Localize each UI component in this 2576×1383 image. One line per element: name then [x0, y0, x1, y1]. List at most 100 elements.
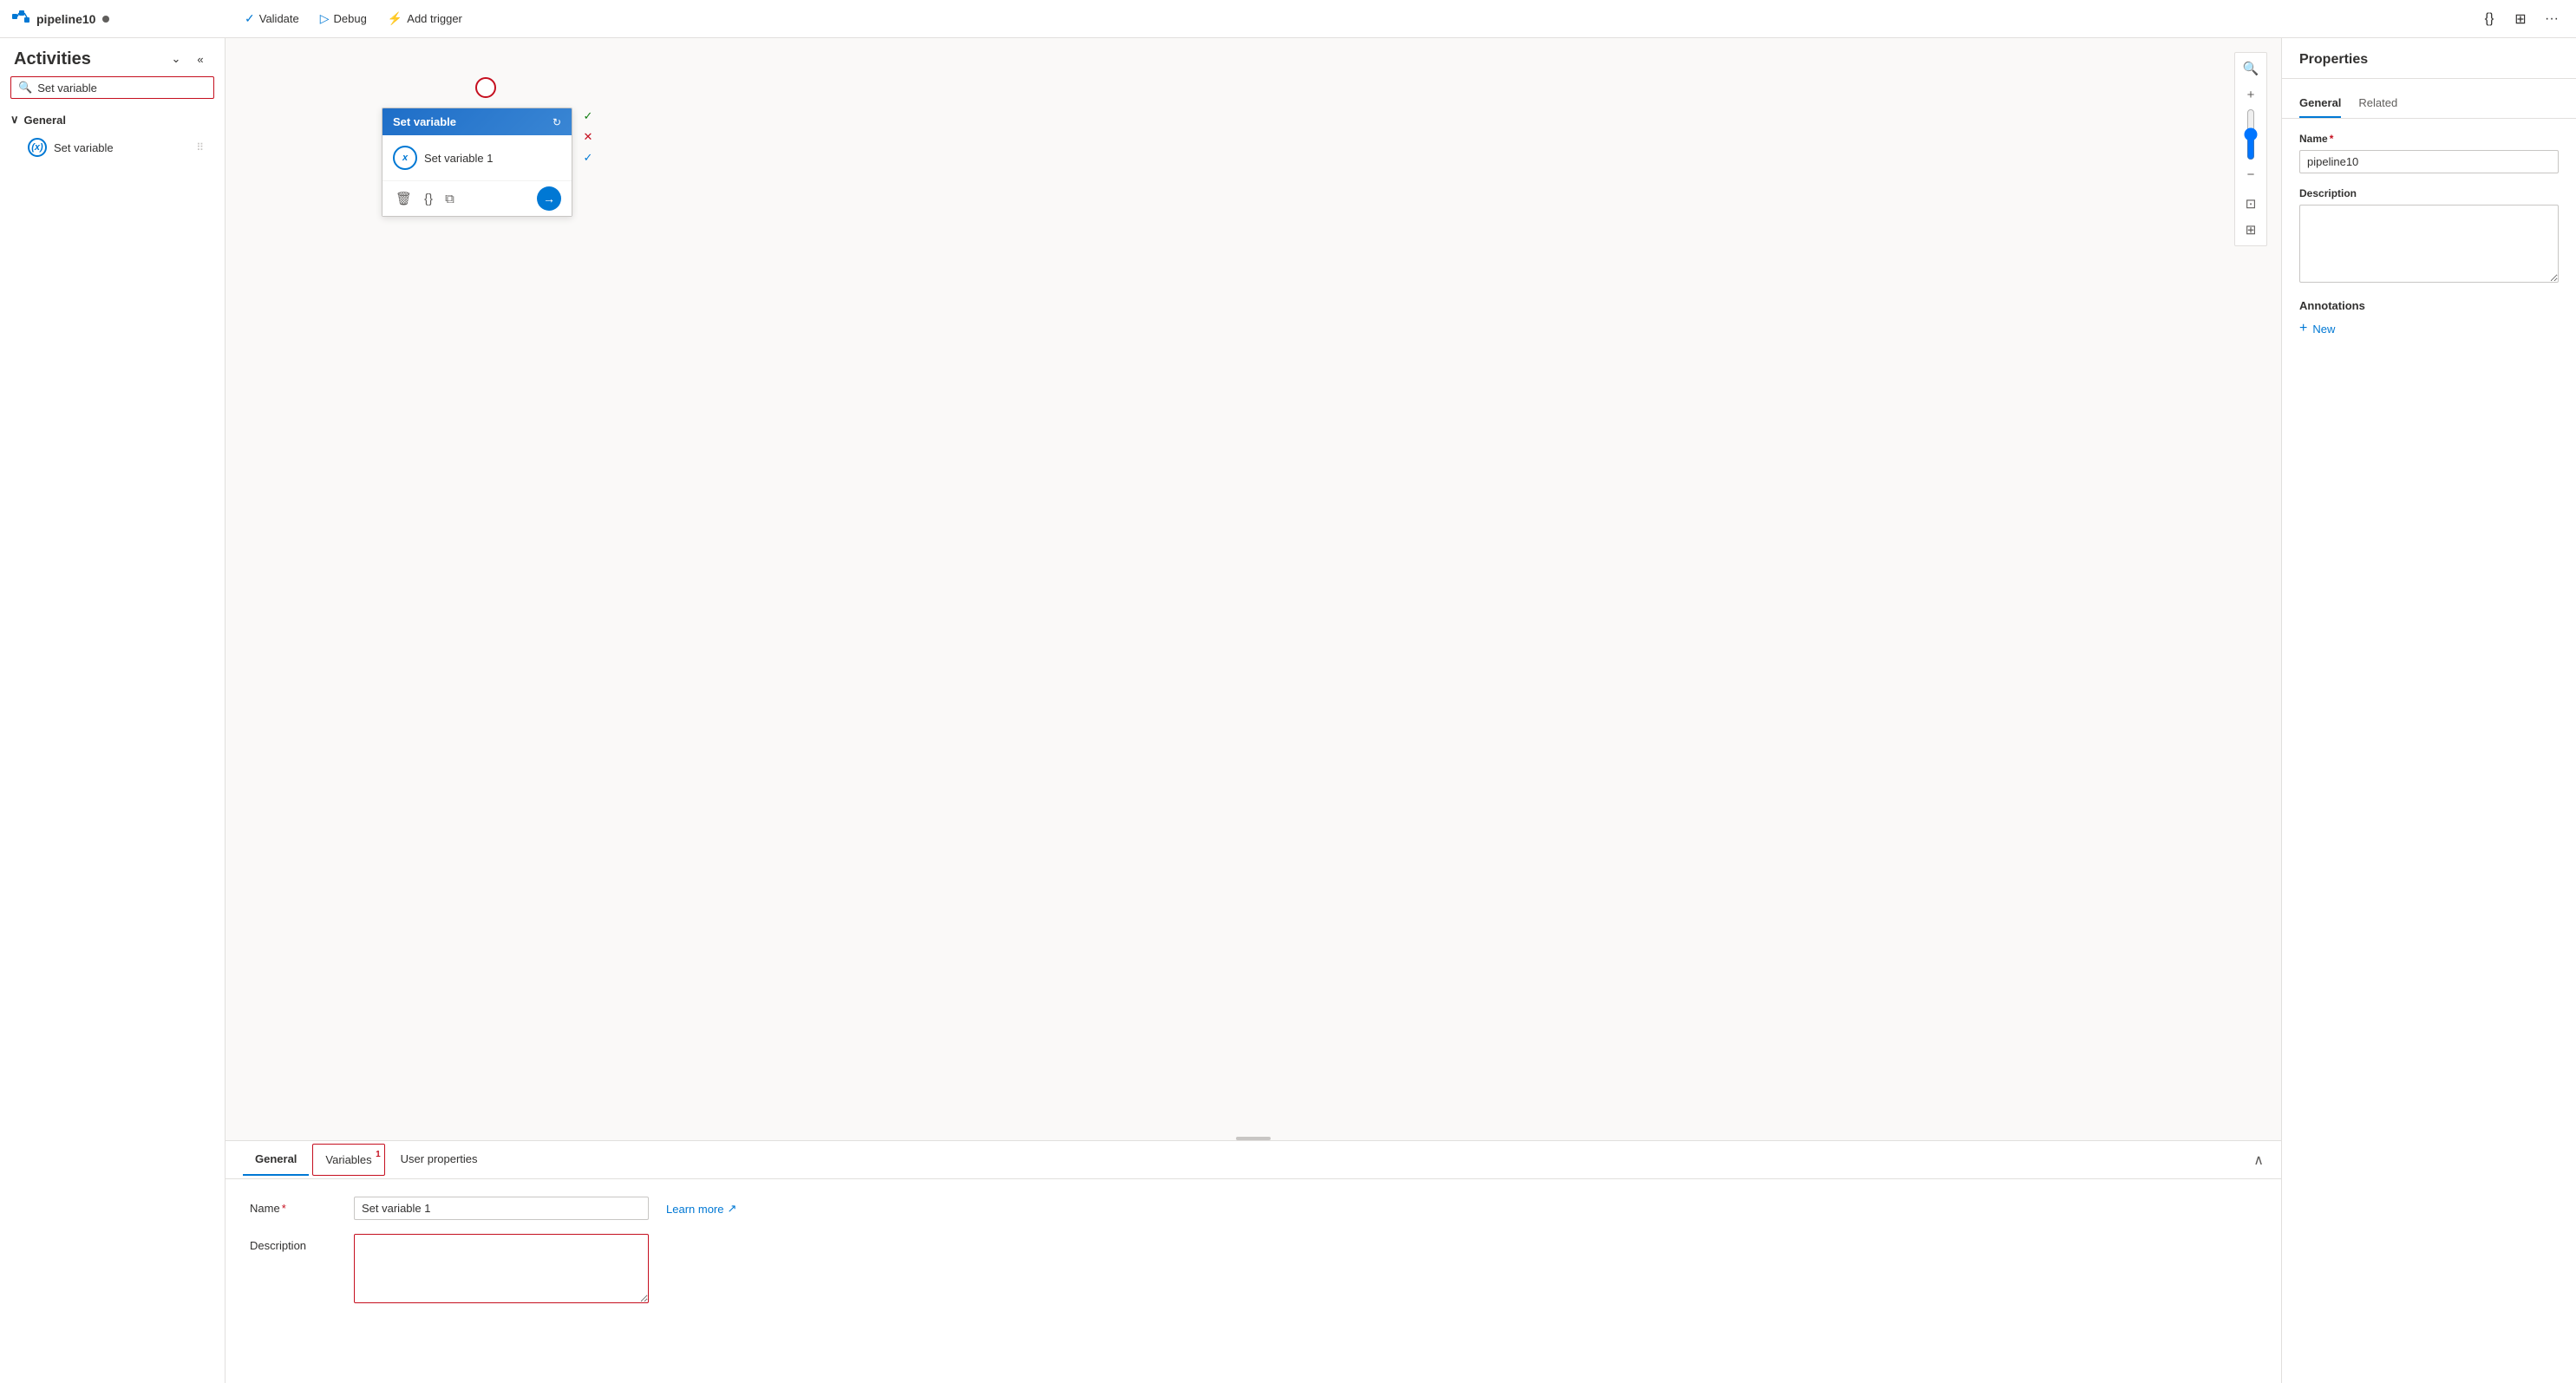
- external-link-icon: ↗: [727, 1202, 736, 1216]
- canvas-divider: [1236, 1137, 1271, 1140]
- prop-description-label: Description: [2299, 187, 2559, 199]
- set-variable-icon: (x): [28, 138, 47, 157]
- top-bar-right: {} ⊞ ···: [2475, 5, 2566, 33]
- node-rotate-btn[interactable]: ↻: [552, 116, 561, 128]
- properties-title: Properties: [2299, 52, 2368, 67]
- align-button[interactable]: ⊞: [2239, 218, 2263, 242]
- error-status-icon: ✕: [579, 128, 597, 146]
- search-input[interactable]: [37, 82, 206, 95]
- plus-icon: +: [2299, 321, 2307, 336]
- add-trigger-button[interactable]: ⚡ Add trigger: [379, 6, 471, 31]
- code-view-button[interactable]: {}: [2475, 5, 2503, 33]
- zoom-slider-container: [2239, 108, 2263, 160]
- properties-view-button[interactable]: ⊞: [2507, 5, 2534, 33]
- canvas-body[interactable]: 🔍 + − ⊡ ⊞: [226, 38, 2281, 1140]
- zoom-in-button[interactable]: +: [2239, 82, 2263, 107]
- toolbar-actions: ✓ Validate ▷ Debug ⚡ Add trigger: [236, 6, 2475, 31]
- more-options-button[interactable]: ···: [2538, 5, 2566, 33]
- chevron-down-icon: ⌄: [172, 52, 181, 66]
- bottom-panel: General Variables 1 User properties ∧ Na…: [226, 1140, 2281, 1383]
- navigate-node-button[interactable]: →: [537, 186, 561, 211]
- properties-header: Properties: [2282, 38, 2576, 79]
- panel-header-icons: ⌄ «: [166, 49, 211, 69]
- node-header: Set variable ↻: [382, 108, 572, 135]
- new-label: New: [2312, 323, 2335, 336]
- zoom-in-icon: +: [2247, 88, 2255, 102]
- pipeline-name: pipeline10: [36, 12, 95, 26]
- zoom-out-icon: −: [2247, 167, 2255, 182]
- collapse-icon-button[interactable]: ⌄: [166, 49, 186, 69]
- zoom-out-button[interactable]: −: [2239, 162, 2263, 186]
- general-section-label: General: [24, 114, 66, 127]
- properties-panel: Properties General Related Name* Descrip…: [2281, 38, 2576, 1383]
- validate-icon: ✓: [245, 11, 255, 26]
- prop-description-textarea[interactable]: [2299, 205, 2559, 283]
- validate-button[interactable]: ✓ Validate: [236, 6, 308, 31]
- align-icon: ⊞: [2246, 222, 2257, 238]
- set-variable-activity[interactable]: (x) Set variable ⠿: [7, 133, 218, 162]
- top-bar: pipeline10 ✓ Validate ▷ Debug ⚡ Add trig…: [0, 0, 2576, 38]
- search-canvas-button[interactable]: 🔍: [2239, 56, 2263, 81]
- panel-title: Activities: [14, 49, 91, 69]
- node-body: x Set variable 1: [382, 135, 572, 180]
- collapse-sidebar-button[interactable]: «: [190, 49, 211, 69]
- unsaved-indicator: [102, 16, 109, 23]
- general-section-header[interactable]: ∨ General: [0, 108, 225, 132]
- top-bar-left: pipeline10: [10, 9, 236, 29]
- prop-name-field: Name*: [2299, 133, 2559, 173]
- variables-badge: 1: [376, 1150, 381, 1159]
- collapse-bottom-panel-button[interactable]: ∧: [2253, 1151, 2264, 1169]
- node-var-icon: x: [393, 146, 417, 170]
- description-label: Description: [250, 1234, 337, 1252]
- properties-tabs: General Related: [2282, 89, 2576, 119]
- search-icon: 🔍: [18, 81, 32, 95]
- trigger-icon: ⚡: [388, 11, 402, 26]
- fit-view-button[interactable]: ⊡: [2239, 192, 2263, 216]
- code-icon: {}: [2485, 11, 2494, 27]
- node-body-label: Set variable 1: [424, 152, 494, 165]
- copy-node-button[interactable]: ⧉: [442, 189, 457, 209]
- zoom-slider[interactable]: [2242, 108, 2259, 160]
- drag-handle-icon: ⠿: [196, 141, 204, 153]
- name-input[interactable]: [354, 1197, 649, 1220]
- search-box[interactable]: 🔍: [10, 76, 214, 99]
- fit-icon: ⊡: [2246, 196, 2257, 212]
- description-textarea[interactable]: [354, 1234, 649, 1303]
- activities-panel: Activities ⌄ « 🔍 ∨ General (x) Set varia…: [0, 38, 226, 1383]
- info-status-icon: ✓: [579, 149, 597, 166]
- prop-tab-related[interactable]: Related: [2358, 89, 2397, 118]
- code-node-button[interactable]: {}: [422, 189, 435, 209]
- tab-variables[interactable]: Variables 1: [312, 1144, 384, 1176]
- tab-user-properties[interactable]: User properties: [389, 1144, 490, 1176]
- debug-button[interactable]: ▷ Debug: [311, 6, 376, 31]
- node-start-circle: [475, 77, 496, 98]
- annotations-section: Annotations + New: [2299, 299, 2559, 336]
- description-form-row: Description: [250, 1234, 2257, 1303]
- chevron-down-icon: ∨: [10, 113, 19, 127]
- node-header-label: Set variable: [393, 115, 456, 128]
- prop-tab-general[interactable]: General: [2299, 89, 2341, 118]
- annotations-title: Annotations: [2299, 299, 2559, 312]
- name-form-row: Name* Learn more ↗: [250, 1197, 2257, 1220]
- sidebar-collapse-icon: «: [197, 53, 203, 66]
- set-variable-label: Set variable: [54, 141, 114, 154]
- canvas-tools: 🔍 + − ⊡ ⊞: [2234, 52, 2267, 246]
- bottom-panel-header: General Variables 1 User properties ∧: [226, 1141, 2281, 1179]
- learn-more-link[interactable]: Learn more ↗: [666, 1197, 736, 1216]
- name-required: *: [282, 1202, 286, 1215]
- properties-body: Name* Description Annotations + New: [2282, 119, 2576, 350]
- canvas-area: 🔍 + − ⊡ ⊞: [226, 38, 2281, 1383]
- prop-description-field: Description: [2299, 187, 2559, 285]
- prop-name-input[interactable]: [2299, 150, 2559, 173]
- set-variable-node[interactable]: Set variable ↻ x Set variable 1 🗑 {}: [382, 108, 572, 217]
- ellipsis-icon: ···: [2545, 11, 2559, 27]
- node-side-icons: ✓ ✕ ✓: [579, 108, 597, 166]
- panel-header: Activities ⌄ «: [0, 38, 225, 76]
- chevron-up-icon: ∧: [2253, 1153, 2264, 1168]
- canvas-node-wrapper: Set variable ↻ x Set variable 1 🗑 {}: [382, 90, 572, 217]
- new-annotation-button[interactable]: + New: [2299, 321, 2335, 336]
- tab-general[interactable]: General: [243, 1144, 309, 1176]
- success-status-icon: ✓: [579, 108, 597, 125]
- debug-icon: ▷: [320, 11, 330, 26]
- delete-node-button[interactable]: 🗑: [393, 188, 415, 209]
